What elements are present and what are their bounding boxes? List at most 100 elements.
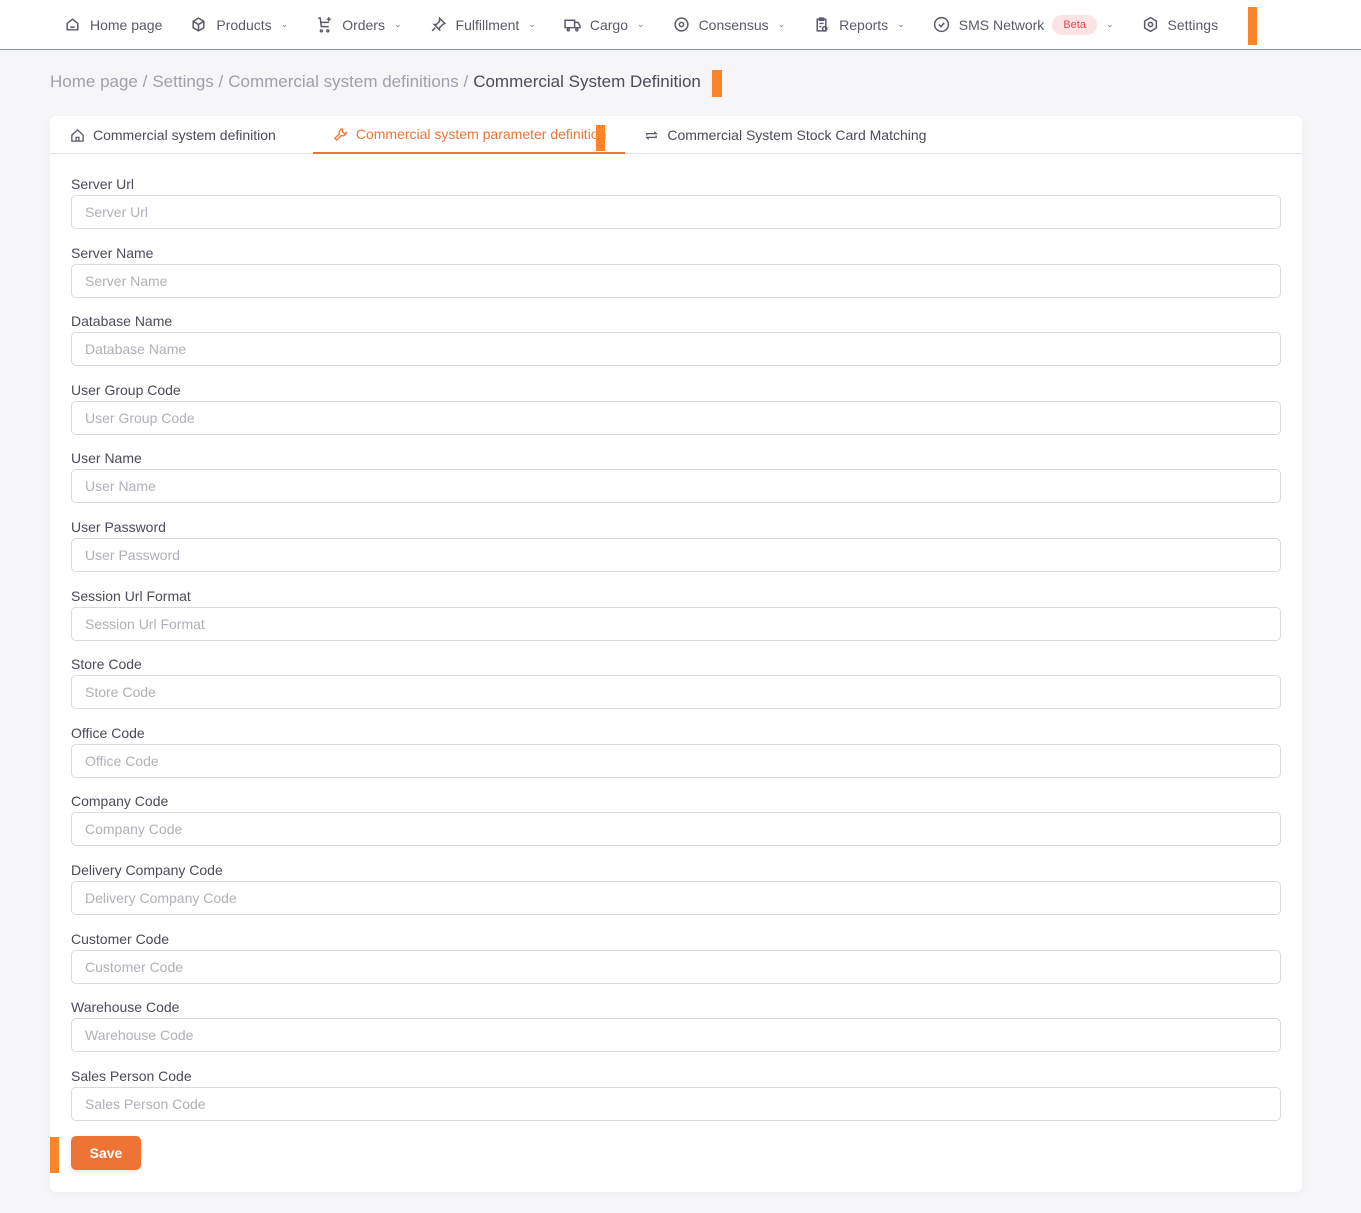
- field-label: Company Code: [71, 793, 169, 810]
- user-password-input[interactable]: [71, 537, 1281, 572]
- save-button[interactable]: Save: [71, 1136, 141, 1170]
- breadcrumb-home[interactable]: Home page /: [50, 72, 147, 92]
- breadcrumb-settings[interactable]: Settings /: [152, 72, 223, 92]
- nav-label: Reports: [839, 16, 889, 33]
- nav-sms-network[interactable]: SMS Network Beta ⌄: [933, 14, 1114, 35]
- nav-label: Products: [216, 16, 272, 33]
- chevron-down-icon: ⌄: [280, 19, 289, 29]
- server-name-input[interactable]: [71, 263, 1281, 298]
- box-icon: [192, 17, 205, 32]
- nav-cargo[interactable]: Cargo ⌄: [564, 16, 645, 33]
- delivery-company-code-input[interactable]: [71, 880, 1281, 915]
- nav-settings[interactable]: Settings: [1142, 16, 1219, 33]
- field-label: Warehouse Code: [71, 999, 180, 1016]
- tab-label: Commercial system parameter definition: [355, 126, 607, 142]
- nav-label: Cargo: [589, 16, 629, 33]
- chevron-down-icon: ⌄: [1105, 19, 1114, 29]
- cart-icon: [318, 17, 332, 33]
- highlight-marker: [1248, 7, 1257, 45]
- field-label: Delivery Company Code: [71, 861, 223, 878]
- database-name-input[interactable]: [71, 332, 1281, 367]
- field-sales-person-code: Sales Person Code: [71, 1068, 1281, 1137]
- chevron-down-icon: ⌄: [393, 19, 402, 29]
- field-office-code: Office Code: [71, 725, 1281, 794]
- nav-reports[interactable]: Reports ⌄: [813, 16, 905, 33]
- field-label: Sales Person Code: [71, 1067, 192, 1084]
- truck-icon: [564, 19, 581, 32]
- user-name-input[interactable]: [71, 469, 1281, 504]
- field-server-name: Server Name: [71, 245, 1281, 314]
- field-label: Server Name: [71, 244, 154, 261]
- chevron-down-icon: ⌄: [528, 19, 536, 29]
- highlight-marker: [712, 70, 722, 97]
- nav-label: Home page: [90, 16, 163, 33]
- store-code-input[interactable]: [71, 675, 1281, 710]
- field-user-password: User Password: [71, 519, 1281, 588]
- repeat-icon: [645, 130, 659, 140]
- field-customer-code: Customer Code: [71, 931, 1281, 1000]
- field-label: User Name: [71, 450, 142, 467]
- field-label: Store Code: [71, 656, 142, 673]
- tab-label: Commercial System Stock Card Matching: [667, 127, 927, 143]
- check-circle-icon: [933, 16, 949, 33]
- nav-consensus[interactable]: Consensus ⌄: [673, 16, 786, 33]
- target-icon: [673, 17, 689, 32]
- field-user-name: User Name: [71, 450, 1281, 519]
- chevron-down-icon: ⌄: [897, 19, 905, 29]
- top-nav: Home page Products ⌄ Orders ⌄ Fulfillment ⌄ Car…: [0, 0, 1361, 50]
- field-server-url: Server Url: [71, 176, 1281, 245]
- office-code-input[interactable]: [71, 743, 1281, 778]
- field-delivery-company-code: Delivery Company Code: [71, 862, 1281, 931]
- customer-code-input[interactable]: [71, 949, 1281, 984]
- user-group-code-input[interactable]: [71, 400, 1281, 435]
- field-company-code: Company Code: [71, 793, 1281, 862]
- field-label: Session Url Format: [71, 587, 191, 604]
- field-session-url-format: Session Url Format: [71, 588, 1281, 657]
- session-url-format-input[interactable]: [71, 606, 1281, 641]
- hexagon-gear-icon: [1143, 16, 1157, 33]
- field-label: Database Name: [71, 313, 173, 330]
- field-user-group-code: User Group Code: [71, 382, 1281, 451]
- clipboard-icon: [816, 17, 828, 32]
- form-card: Commercial system definition Commercial …: [50, 116, 1302, 1192]
- field-database-name: Database Name: [71, 313, 1281, 382]
- home-icon: [66, 18, 79, 31]
- sales-person-code-input[interactable]: [71, 1086, 1281, 1121]
- breadcrumb-definitions[interactable]: Commercial system definitions /: [228, 72, 468, 92]
- parameter-form: Server Url Server Name Database Name User G…: [71, 176, 1281, 1136]
- highlight-marker: [596, 125, 605, 151]
- home-icon: [71, 128, 84, 142]
- field-label: Server Url: [71, 176, 135, 192]
- field-warehouse-code: Warehouse Code: [71, 999, 1281, 1068]
- nav-label: Orders: [342, 16, 385, 33]
- chevron-down-icon: ⌄: [637, 19, 645, 29]
- company-code-input[interactable]: [71, 812, 1281, 847]
- pin-icon: [431, 16, 446, 32]
- field-label: User Password: [71, 518, 166, 535]
- field-label: User Group Code: [71, 381, 181, 398]
- server-url-input[interactable]: [71, 195, 1281, 229]
- chevron-down-icon: ⌄: [777, 19, 786, 29]
- tab-label: Commercial system definition: [93, 127, 276, 143]
- tab-bar: Commercial system definition Commercial …: [50, 116, 1302, 154]
- nav-products[interactable]: Products ⌄: [190, 16, 288, 33]
- highlight-marker: [50, 1137, 59, 1173]
- wrench-icon: [333, 127, 347, 141]
- nav-orders[interactable]: Orders ⌄: [316, 16, 402, 33]
- tab-parameter-definition[interactable]: Commercial system parameter definition: [312, 116, 626, 154]
- nav-fulfillment[interactable]: Fulfillment ⌄: [430, 16, 536, 33]
- breadcrumb-current: Commercial System Definition: [473, 72, 701, 91]
- nav-label: Settings: [1167, 16, 1219, 33]
- nav-label: Consensus: [698, 16, 769, 33]
- tab-stock-card-matching[interactable]: Commercial System Stock Card Matching: [644, 116, 945, 154]
- breadcrumb: Home page / Settings / Commercial system…: [50, 72, 701, 92]
- field-label: Office Code: [71, 724, 145, 741]
- field-label: Customer Code: [71, 930, 170, 947]
- nav-home-page[interactable]: Home page: [64, 16, 162, 33]
- beta-badge: Beta: [1052, 14, 1097, 35]
- nav-label: SMS Network: [958, 16, 1045, 33]
- nav-label: Fulfillment: [455, 16, 520, 33]
- tab-commercial-system-definition[interactable]: Commercial system definition: [70, 116, 295, 154]
- warehouse-code-input[interactable]: [71, 1018, 1281, 1053]
- field-store-code: Store Code: [71, 656, 1281, 725]
